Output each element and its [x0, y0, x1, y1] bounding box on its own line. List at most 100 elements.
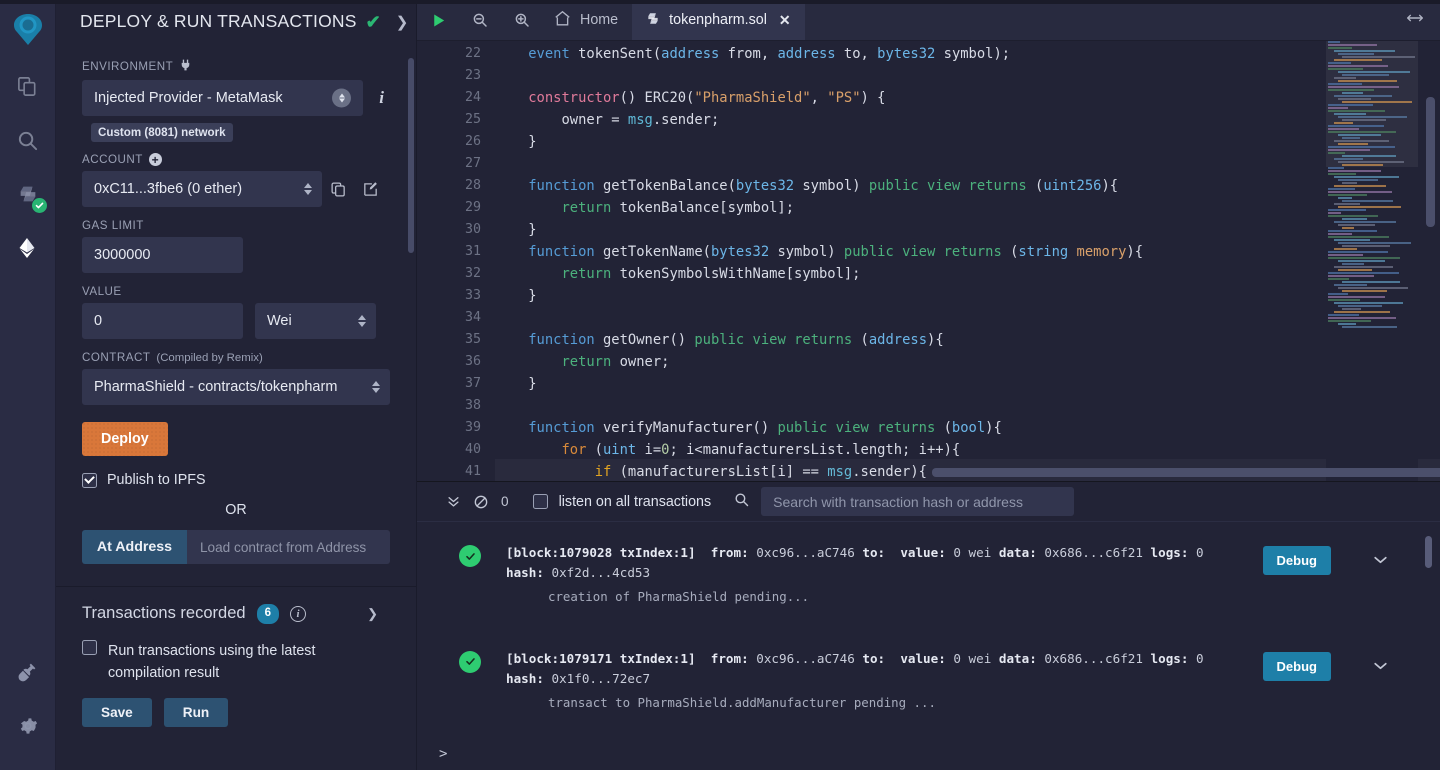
settings-gear-icon[interactable]: [8, 706, 48, 746]
solidity-file-icon: [646, 11, 660, 30]
load-contract-address-input[interactable]: [187, 530, 390, 564]
run-latest-label: Run transactions using the latest compil…: [108, 642, 316, 681]
minimap-line: [1342, 164, 1383, 166]
code-line: function getOwner() public view returns …: [528, 332, 944, 348]
deploy-button[interactable]: Deploy: [82, 422, 168, 456]
editor-vertical-scrollbar[interactable]: [1426, 97, 1435, 227]
line-number: 29: [464, 200, 481, 215]
line-number: 41: [464, 464, 481, 479]
publish-ipfs-checkbox[interactable]: [82, 472, 97, 488]
network-pill: Custom (8081) network: [91, 123, 233, 142]
debug-button[interactable]: Debug: [1262, 546, 1331, 575]
file-explorer-icon[interactable]: [8, 66, 48, 106]
solidity-compiler-icon[interactable]: [8, 174, 48, 214]
collapse-terminal-icon[interactable]: [439, 494, 467, 509]
run-latest-checkbox[interactable]: [82, 639, 97, 655]
account-select[interactable]: 0xC11...3fbe6 (0 ether): [82, 171, 322, 207]
run-script-icon[interactable]: [417, 0, 459, 40]
remix-logo-icon[interactable]: [6, 8, 50, 52]
value-row: 0 Wei: [82, 303, 390, 339]
minimap-line: [1334, 95, 1392, 97]
transaction-message: transact to PharmaShield.addManufacturer…: [548, 694, 936, 710]
value-unit-select[interactable]: Wei: [255, 303, 376, 339]
minimap-line: [1342, 263, 1364, 265]
sign-message-icon[interactable]: [354, 172, 386, 206]
terminal-log[interactable]: [block:1079028 txIndex:1] from: 0xc96...…: [417, 522, 1440, 770]
transaction-success-icon: [459, 650, 481, 673]
minimap-line: [1328, 230, 1377, 232]
minimap-line: [1342, 74, 1389, 76]
editor-minimap[interactable]: [1326, 41, 1418, 481]
minimap-line: [1328, 194, 1367, 196]
contract-label-row: CONTRACT (Compiled by Remix): [82, 351, 390, 364]
add-account-icon[interactable]: +: [148, 153, 162, 166]
minimap-line: [1338, 80, 1397, 82]
transactions-info-icon[interactable]: i: [289, 605, 306, 622]
plugin-manager-icon[interactable]: [8, 652, 48, 692]
save-transactions-button[interactable]: Save: [82, 697, 152, 727]
environment-select[interactable]: Injected Provider - MetaMask: [82, 80, 364, 116]
clear-console-icon[interactable]: [467, 494, 495, 510]
transaction-entry[interactable]: [block:1079171 txIndex:1] from: 0xc96...…: [417, 642, 1440, 714]
zoom-out-icon[interactable]: [459, 0, 501, 40]
listen-all-transactions-checkbox[interactable]: [532, 494, 548, 509]
gas-limit-input[interactable]: 3000000: [82, 237, 243, 273]
expand-horizontal-icon[interactable]: [1405, 11, 1425, 30]
minimap-line: [1342, 155, 1396, 157]
minimap-line: [1342, 137, 1360, 139]
minimap-line: [1328, 167, 1344, 169]
minimap-line: [1328, 83, 1362, 85]
code-editor[interactable]: 22 23 24 25 26 27 28 29 30 31 32 33 34 35 36 37 38 39 40 41…: [417, 41, 1440, 481]
line-number: 22: [464, 46, 481, 61]
minimap-line: [1328, 107, 1348, 109]
minimap-line: [1342, 227, 1354, 229]
minimap-line: [1328, 47, 1352, 49]
minimap-line: [1338, 287, 1408, 289]
copy-account-icon[interactable]: [322, 172, 354, 206]
line-number: 23: [464, 68, 481, 83]
transaction-expand-chevron-icon[interactable]: [1373, 658, 1388, 674]
code-line: return tokenBalance[symbol];: [561, 200, 795, 216]
code-line: }: [495, 376, 537, 392]
code-line: return owner;: [561, 354, 670, 370]
line-number: 24: [464, 90, 481, 105]
minimap-line: [1334, 140, 1389, 142]
panel-expand-chevron-icon[interactable]: ❯: [396, 13, 409, 31]
environment-info-icon[interactable]: i: [373, 88, 390, 108]
value-unit-stepper-icon: [358, 315, 366, 327]
tab-close-icon[interactable]: ✕: [779, 12, 791, 29]
minimap-line: [1328, 272, 1399, 274]
terminal-scrollbar[interactable]: [1425, 536, 1432, 568]
minimap-line: [1328, 41, 1340, 43]
at-address-button[interactable]: At Address: [82, 530, 187, 564]
zoom-in-icon[interactable]: [501, 0, 543, 40]
minimap-line: [1338, 179, 1378, 181]
publish-ipfs-row: Publish to IPFS: [82, 472, 390, 488]
transaction-expand-chevron-icon[interactable]: [1373, 552, 1388, 568]
transaction-entry[interactable]: [block:1079028 txIndex:1] from: 0xc96...…: [417, 536, 1440, 608]
terminal-prompt[interactable]: >: [439, 746, 447, 762]
tab-tokenpharm-sol[interactable]: tokenpharm.sol ✕: [632, 0, 805, 40]
minimap-line: [1328, 212, 1341, 214]
rail-bottom-group: [0, 652, 56, 760]
remix-ide-window: DEPLOY & RUN TRANSACTIONS ✔ ❯ ENVIRONMEN…: [0, 0, 1440, 770]
minimap-line: [1334, 59, 1382, 61]
minimap-line: [1328, 296, 1385, 298]
home-tab[interactable]: Home: [543, 0, 632, 40]
minimap-line: [1328, 104, 1373, 106]
debug-button[interactable]: Debug: [1262, 651, 1331, 681]
minimap-line: [1328, 236, 1389, 238]
value-amount-input[interactable]: 0: [82, 303, 243, 339]
search-icon[interactable]: [8, 120, 48, 160]
editor-horizontal-scrollbar[interactable]: [932, 468, 1440, 477]
transactions-chevron-down-icon[interactable]: ❯: [367, 606, 378, 622]
contract-select[interactable]: PharmaShield - contracts/tokenpharm: [82, 369, 390, 405]
minimap-line: [1342, 218, 1367, 220]
code-content[interactable]: event tokenSent(address from, address to…: [495, 41, 1440, 481]
deploy-run-icon[interactable]: [8, 228, 48, 268]
panel-header: DEPLOY & RUN TRANSACTIONS ✔ ❯: [56, 0, 416, 44]
terminal-search-input[interactable]: [761, 487, 1075, 516]
line-number: 38: [464, 398, 481, 413]
transactions-recorded-header[interactable]: Transactions recorded 6 i ❯: [82, 604, 390, 624]
run-transactions-button[interactable]: Run: [163, 697, 229, 727]
